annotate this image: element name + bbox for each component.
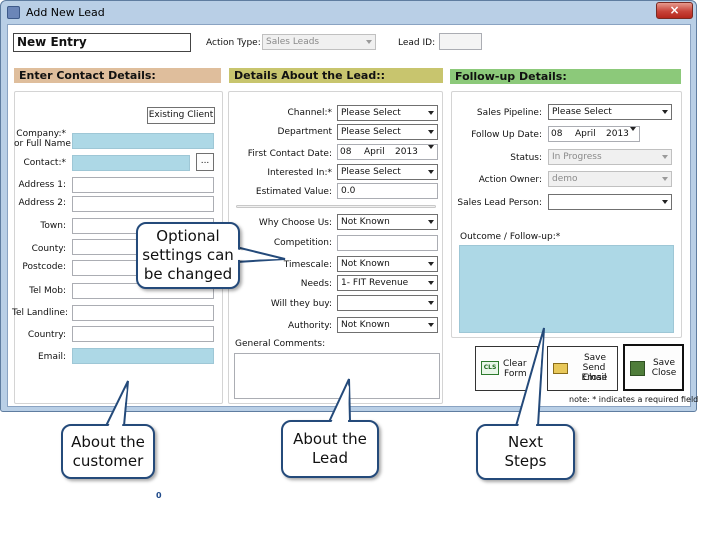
stray-mark: 0 [156, 491, 162, 500]
next-steps-callout-tail-cover [518, 336, 543, 427]
